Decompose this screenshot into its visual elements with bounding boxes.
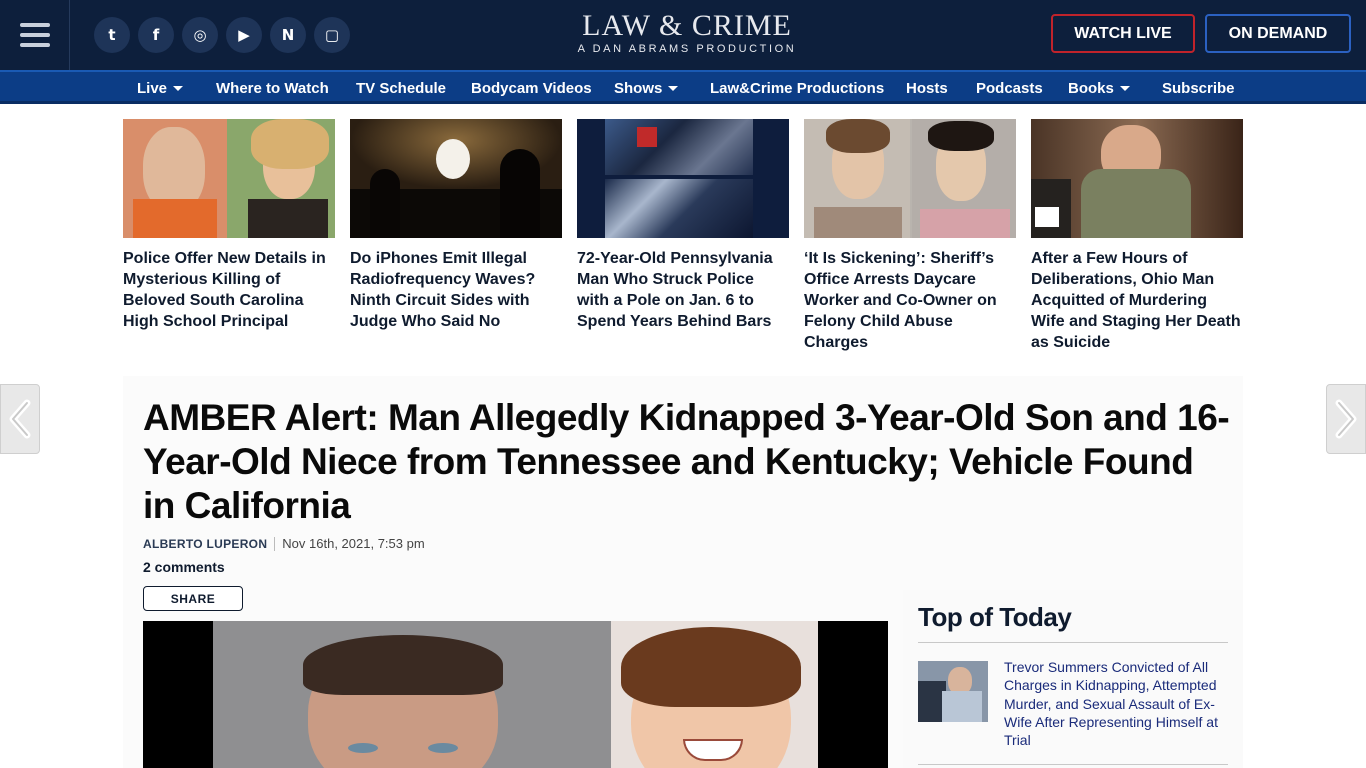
chevron-right-icon <box>1335 399 1357 439</box>
share-button[interactable]: SHARE <box>143 586 243 611</box>
hamburger-icon <box>19 23 50 47</box>
watermark-logo <box>1035 207 1059 227</box>
logo-tagline: A DAN ABRAMS PRODUCTION <box>577 43 797 55</box>
nav-hosts[interactable]: Hosts <box>906 80 948 97</box>
previous-arrow-button[interactable] <box>0 384 40 454</box>
top-story-card[interactable]: ‘It Is Sickening’: Sheriff’s Office Arre… <box>804 119 1016 353</box>
article-headline: AMBER Alert: Man Allegedly Kidnapped 3-Y… <box>143 397 1230 526</box>
author-link[interactable]: ALBERTO LUPERON <box>143 537 267 551</box>
main-nav: Live Where to Watch TV Schedule Bodycam … <box>0 70 1366 104</box>
social-links: t f ◎ ▶ N ▢ <box>94 17 350 53</box>
story-image[interactable] <box>350 119 562 238</box>
story-title[interactable]: After a Few Hours of Deliberations, Ohio… <box>1031 248 1243 353</box>
nav-podcasts[interactable]: Podcasts <box>976 80 1043 97</box>
top-story-card[interactable]: Do iPhones Emit Illegal Radiofrequency W… <box>350 119 562 332</box>
byline: ALBERTO LUPERON Nov 16th, 2021, 7:53 pm <box>143 536 425 551</box>
divider <box>918 764 1228 765</box>
chevron-left-icon <box>9 399 31 439</box>
nav-shows-label: Shows <box>614 80 663 97</box>
nav-productions[interactable]: Law&Crime Productions <box>710 80 884 97</box>
site-logo[interactable]: LAW & CRIME A DAN ABRAMS PRODUCTION <box>570 10 804 56</box>
nav-bodycam-videos[interactable]: Bodycam Videos <box>471 80 592 97</box>
nav-shows[interactable]: Shows <box>614 80 679 97</box>
story-title[interactable]: 72-Year-Old Pennsylvania Man Who Struck … <box>577 248 789 332</box>
nav-where-to-watch[interactable]: Where to Watch <box>216 80 329 97</box>
byline-divider <box>274 536 276 551</box>
comments-link[interactable]: 2 comments <box>143 559 225 575</box>
nav-live-label: Live <box>137 80 168 97</box>
youtube-icon[interactable]: ▶ <box>226 17 262 53</box>
chevron-down-icon <box>668 86 679 91</box>
chevron-down-icon <box>1119 86 1130 91</box>
nav-books[interactable]: Books <box>1068 80 1130 97</box>
sidebar-item-image[interactable] <box>918 661 988 722</box>
story-image[interactable] <box>1031 119 1243 238</box>
nav-books-label: Books <box>1068 80 1114 97</box>
site-header: t f ◎ ▶ N ▢ LAW & CRIME A DAN ABRAMS PRO… <box>0 0 1366 70</box>
nav-live[interactable]: Live <box>137 80 184 97</box>
story-image[interactable] <box>123 119 335 238</box>
nav-tv-schedule[interactable]: TV Schedule <box>356 80 446 97</box>
apple-logo-icon <box>436 139 470 179</box>
divider <box>918 642 1228 643</box>
chevron-down-icon <box>173 86 184 91</box>
twitter-icon[interactable]: t <box>94 17 130 53</box>
instagram-icon[interactable]: ◎ <box>182 17 218 53</box>
story-title[interactable]: Do iPhones Emit Illegal Radiofrequency W… <box>350 248 562 332</box>
logo-main: LAW & CRIME <box>582 9 792 42</box>
facebook-icon[interactable]: f <box>138 17 174 53</box>
story-title[interactable]: Police Offer New Details in Mysterious K… <box>123 248 335 332</box>
news-icon[interactable]: N <box>270 17 306 53</box>
nav-subscribe[interactable]: Subscribe <box>1162 80 1235 97</box>
top-story-card[interactable]: Police Offer New Details in Mysterious K… <box>123 119 335 332</box>
top-story-card[interactable]: 72-Year-Old Pennsylvania Man Who Struck … <box>577 119 789 332</box>
next-arrow-button[interactable] <box>1326 384 1366 454</box>
story-image[interactable] <box>804 119 1016 238</box>
sidebar-heading: Top of Today <box>918 602 1072 632</box>
top-story-card[interactable]: After a Few Hours of Deliberations, Ohio… <box>1031 119 1243 353</box>
sidebar-item-title[interactable]: Trevor Summers Convicted of All Charges … <box>1004 658 1218 749</box>
publish-date: Nov 16th, 2021, 7:53 pm <box>282 536 425 551</box>
watch-live-button[interactable]: WATCH LIVE <box>1051 14 1195 53</box>
story-image[interactable] <box>577 119 789 238</box>
twitch-icon[interactable]: ▢ <box>314 17 350 53</box>
article-hero-image[interactable] <box>143 621 888 768</box>
story-title[interactable]: ‘It Is Sickening’: Sheriff’s Office Arre… <box>804 248 1016 353</box>
menu-button[interactable] <box>0 0 70 70</box>
on-demand-button[interactable]: ON DEMAND <box>1205 14 1351 53</box>
